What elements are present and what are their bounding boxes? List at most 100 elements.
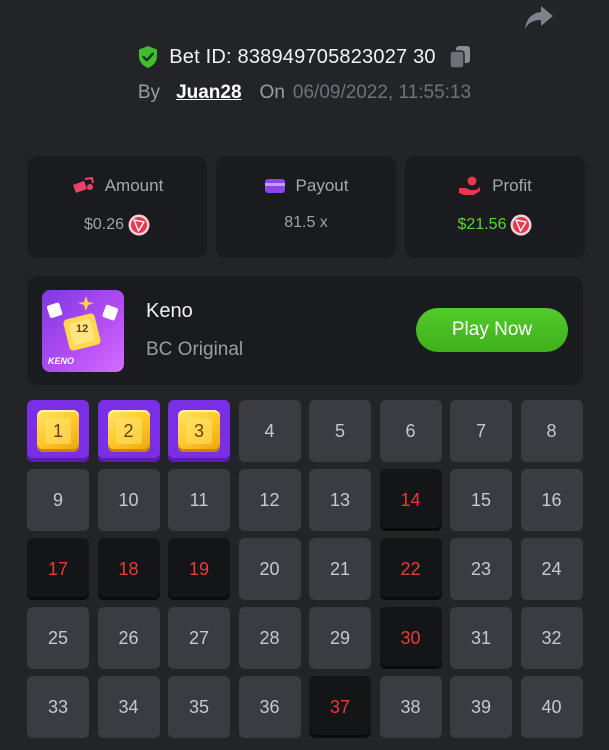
tile-number: 17 [47,558,69,579]
tile-number: 5 [334,420,345,441]
profit-label: Profit [492,176,532,195]
game-subtitle: BC Original [146,339,244,360]
gold-gem-icon: 3 [178,410,220,452]
keno-tile-10[interactable]: 10 [97,469,160,531]
keno-tile-30[interactable]: 30 [379,607,442,669]
keno-tile-36[interactable]: 36 [238,676,301,738]
tile-number: 16 [541,489,562,510]
keno-tile-9[interactable]: 9 [27,469,89,531]
keno-tile-38[interactable]: 38 [379,676,442,738]
keno-tile-26[interactable]: 26 [97,607,160,669]
copy-icon[interactable] [448,44,472,70]
keno-tile-27[interactable]: 27 [168,607,230,669]
trx-coin-icon [128,214,150,236]
payout-card: Payout 81.5 x [216,156,396,258]
keno-tile-13[interactable]: 13 [309,469,371,531]
play-now-button[interactable]: Play Now [416,308,568,352]
keno-tile-32[interactable]: 32 [520,607,583,669]
keno-tile-23[interactable]: 23 [450,538,512,600]
keno-tile-40[interactable]: 40 [520,676,583,738]
keno-tile-20[interactable]: 20 [238,538,301,600]
amount-label: Amount [104,176,164,195]
profit-value: $21.56 [457,216,507,233]
tile-number: 36 [259,696,280,717]
tile-number: 7 [475,420,486,441]
tile-number: 40 [541,696,562,717]
tile-number: 32 [541,627,562,648]
amount-value: $0.26 [83,216,125,233]
tile-number: 3 [193,420,204,441]
username-link[interactable]: Juan28 [176,82,241,104]
game-name: Keno [146,300,193,322]
keno-tile-22[interactable]: 22 [379,538,442,600]
tile-number: 25 [47,627,69,648]
tile-number: 10 [118,489,139,510]
by-label: By [137,82,161,103]
keno-tile-35[interactable]: 35 [168,676,230,738]
keno-tile-34[interactable]: 34 [97,676,160,738]
tile-number: 18 [118,558,139,579]
keno-tile-2[interactable]: 2 [97,400,160,462]
amount-icon [72,177,94,193]
keno-tile-8[interactable]: 8 [520,400,583,462]
keno-tile-19[interactable]: 19 [168,538,230,600]
keno-thumbnail[interactable]: 12 KENO [42,290,124,372]
tile-number: 27 [188,627,210,648]
tile-number: 33 [47,696,69,717]
keno-tile-14[interactable]: 14 [379,469,442,531]
bet-meta-row: By Juan28 On 06/09/2022, 11:55:13 [0,80,609,106]
payout-value: 81.5 x [284,214,328,231]
tile-number: 29 [329,627,351,648]
game-card: 12 KENO Keno BC Original Play Now [27,276,583,385]
keno-tile-28[interactable]: 28 [238,607,301,669]
tile-number: 22 [400,558,421,579]
bet-id-text: Bet ID: 838949705823027 30 [169,45,436,68]
keno-tile-29[interactable]: 29 [309,607,371,669]
keno-thumb-label: KENO [48,356,75,366]
on-label: On [259,82,285,103]
bet-stats: Amount $0.26 Payout 81.5 x Profit $21.56 [27,156,585,258]
keno-tile-33[interactable]: 33 [27,676,89,738]
tile-number: 37 [329,696,351,717]
keno-tile-1[interactable]: 1 [27,400,89,462]
keno-thumb-number: 12 [76,323,89,335]
tile-number: 34 [118,696,139,717]
keno-tile-39[interactable]: 39 [450,676,512,738]
keno-tile-17[interactable]: 17 [27,538,89,600]
keno-board: 1 2 3 4 5 6 7 8 9 10 11 12 13 14 15 16 17 18 19 20 21 22 23 24 2… [27,400,583,738]
tile-number: 39 [470,696,492,717]
keno-tile-6[interactable]: 6 [379,400,442,462]
tile-number: 13 [329,489,351,510]
tile-number: 35 [188,696,210,717]
trx-coin-icon [510,214,532,236]
keno-tile-15[interactable]: 15 [450,469,512,531]
tile-number: 20 [259,558,280,579]
keno-tile-21[interactable]: 21 [309,538,371,600]
keno-tile-16[interactable]: 16 [520,469,583,531]
keno-tile-25[interactable]: 25 [27,607,89,669]
share-icon[interactable] [522,2,556,32]
keno-tile-3[interactable]: 3 [168,400,230,462]
tile-number: 2 [123,420,134,441]
keno-tile-24[interactable]: 24 [520,538,583,600]
keno-tile-31[interactable]: 31 [450,607,512,669]
keno-tile-5[interactable]: 5 [309,400,371,462]
tile-number: 9 [52,489,63,510]
gold-gem-icon: 2 [107,410,150,452]
keno-tile-18[interactable]: 18 [97,538,160,600]
profit-hand-icon [459,176,481,195]
keno-tile-11[interactable]: 11 [168,469,230,531]
tile-number: 14 [400,489,421,510]
keno-tile-4[interactable]: 4 [238,400,301,462]
tile-number: 26 [118,627,139,648]
tile-number: 4 [264,420,275,441]
payout-label: Payout [295,176,349,195]
tile-number: 28 [259,627,280,648]
payout-card-icon [264,179,285,193]
tile-number: 6 [405,420,416,441]
tile-number: 38 [400,696,421,717]
keno-tile-37[interactable]: 37 [309,676,371,738]
keno-tile-12[interactable]: 12 [238,469,301,531]
tile-number: 23 [470,558,492,579]
keno-tile-7[interactable]: 7 [450,400,512,462]
